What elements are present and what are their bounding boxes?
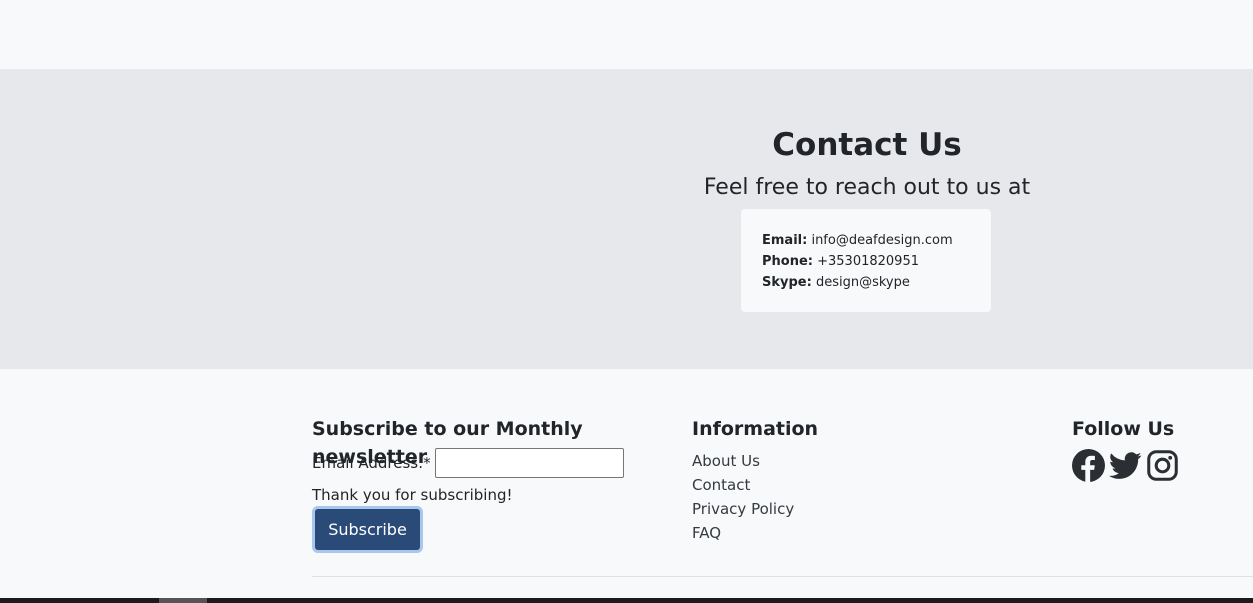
contact-email-value[interactable]: info@deafdesign.com [811,233,952,248]
contact-phone-row: Phone: +35301820951 [762,251,991,272]
top-band [0,0,1253,69]
info-link-about-us[interactable]: About Us [692,449,794,473]
contact-skype-row: Skype: design@skype [762,272,991,293]
horizontal-scrollbar[interactable] [0,598,1253,603]
newsletter-thanks-text: Thank you for subscribing! [312,486,513,504]
information-heading: Information [692,418,819,440]
contact-subtitle: Feel free to reach out to us at [703,175,1031,200]
scrollbar-thumb[interactable] [159,598,207,603]
info-link-privacy-policy[interactable]: Privacy Policy [692,497,794,521]
newsletter-column: Subscribe to our Monthly newsletter Emai… [312,415,672,553]
twitter-icon[interactable] [1109,449,1142,482]
social-icons [1072,449,1179,482]
contact-section: Contact Us Feel free to reach out to us … [0,69,1253,369]
information-column: Information About Us Contact Privacy Pol… [692,415,992,542]
contact-skype-label: Skype: [762,275,812,290]
contact-phone-value[interactable]: +35301820951 [817,254,919,269]
info-link-contact[interactable]: Contact [692,473,794,497]
subscribe-button[interactable]: Subscribe [312,506,423,553]
contact-email-row: Email: info@deafdesign.com [762,230,991,251]
footer: Subscribe to our Monthly newsletter Emai… [0,369,1253,598]
facebook-icon[interactable] [1072,449,1105,482]
contact-phone-label: Phone: [762,254,813,269]
follow-column: Follow Us [1072,415,1232,482]
footer-divider [312,576,1253,577]
contact-skype-value[interactable]: design@skype [816,275,910,290]
contact-card: Email: info@deafdesign.com Phone: +35301… [741,209,991,312]
newsletter-email-input[interactable] [434,448,624,478]
follow-heading: Follow Us [1072,418,1175,440]
info-link-faq[interactable]: FAQ [692,521,794,545]
newsletter-email-row: Email Address:* [312,448,624,478]
information-links: About Us Contact Privacy Policy FAQ [692,449,794,545]
contact-title: Contact Us [772,127,962,163]
contact-email-label: Email: [762,233,808,248]
newsletter-email-label: Email Address:* [312,454,431,472]
instagram-icon[interactable] [1146,449,1179,482]
page: Contact Us Feel free to reach out to us … [0,0,1253,603]
